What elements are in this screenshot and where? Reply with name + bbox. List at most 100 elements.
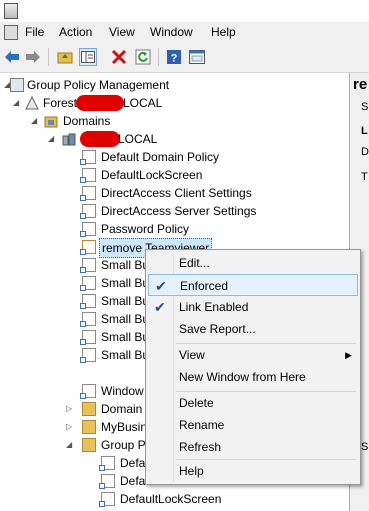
menu-item-label: New Window from Here — [179, 370, 306, 384]
gpo-link-label: DirectAccess Client Settings — [101, 186, 252, 200]
gpo-item[interactable]: DefaultLockScreen — [0, 490, 340, 508]
expanded-chevron-icon[interactable]: ◢ — [13, 99, 21, 107]
gpo-link-item[interactable]: Small Bu — [0, 256, 149, 274]
gpo-link-item[interactable]: DirectAccess Server Settings — [0, 202, 340, 220]
gpo-link-label: Small Bu — [101, 330, 150, 344]
domains-icon — [44, 114, 58, 128]
tree-node-root[interactable]: ◢ Group Policy Management — [0, 76, 340, 94]
context-menu: Edit... ✔ Enforced ✔ Link Enabled Save R… — [145, 249, 361, 485]
menu-item-edit[interactable]: Edit... — [148, 252, 358, 274]
gpo-link-item[interactable]: DefaultLockScreen — [0, 166, 340, 184]
show-hide-tree-icon[interactable] — [79, 48, 97, 66]
menu-item-save-report[interactable]: Save Report... — [148, 318, 358, 340]
gpo-link-item[interactable]: Password Policy — [0, 220, 340, 238]
gpo-link-item[interactable]: Small Bu — [0, 346, 149, 364]
refresh-icon[interactable] — [134, 48, 152, 66]
menu-action[interactable]: Action — [59, 25, 92, 39]
delete-icon[interactable] — [110, 48, 128, 66]
expanded-chevron-icon[interactable]: ◢ — [48, 135, 56, 143]
tree-node-forest[interactable]: ◢ Forest LOCAL — [0, 94, 340, 112]
gpo-link-icon — [80, 168, 96, 183]
collapsed-chevron-icon[interactable]: ▷ — [66, 423, 74, 431]
menu-item-view[interactable]: View ▶ — [148, 344, 358, 366]
menu-window[interactable]: Window — [150, 25, 193, 39]
folder-up-icon[interactable] — [56, 48, 74, 66]
menu-item-new-window[interactable]: New Window from Here — [148, 366, 358, 388]
properties-icon[interactable] — [188, 48, 206, 66]
forward-arrow-icon[interactable] — [24, 48, 42, 66]
system-menu-icon[interactable] — [4, 25, 18, 40]
gpo-link-item[interactable]: Small Bu — [0, 274, 149, 292]
gpo-link-item[interactable]: Small Bu — [0, 328, 149, 346]
gpmc-app-icon — [4, 3, 18, 19]
menu-view[interactable]: View — [109, 25, 135, 39]
gpo-link-icon — [80, 186, 96, 201]
gpo-link-icon — [80, 330, 96, 345]
details-pane-text: S — [361, 101, 369, 113]
tree-node-label: LOCAL — [118, 132, 158, 146]
tree-folder-item[interactable]: ◢ Group P — [0, 436, 146, 454]
menu-item-link-enabled[interactable]: ✔ Link Enabled — [148, 296, 358, 318]
checkmark-icon: ✔ — [154, 299, 166, 315]
expanded-chevron-icon[interactable]: ◢ — [66, 441, 74, 449]
gpo-link-icon — [80, 312, 96, 327]
menu-item-label: Link Enabled — [179, 300, 249, 314]
gpo-link-item[interactable]: DirectAccess Client Settings — [0, 184, 340, 202]
folder-icon — [82, 438, 96, 452]
menu-item-label: Rename — [179, 418, 225, 432]
forest-icon — [25, 95, 39, 110]
tree-node-label: Group P — [101, 438, 146, 452]
menu-item-help[interactable]: Help — [148, 460, 358, 482]
menu-item-enforced[interactable]: ✔ Enforced — [148, 274, 358, 296]
checkmark-icon: ✔ — [155, 278, 167, 294]
title-bar — [0, 0, 369, 22]
gpo-label: Defa — [120, 474, 146, 488]
redaction-mark — [80, 131, 120, 147]
gpo-label: DefaultLockScreen — [120, 492, 222, 506]
gpo-link-item[interactable]: Small Bu — [0, 310, 149, 328]
redaction-mark — [76, 95, 124, 111]
back-arrow-icon[interactable] — [3, 48, 21, 66]
gpo-link-item[interactable]: Small Bu — [0, 292, 149, 310]
tree-folder-item[interactable]: ▷ MyBusin — [0, 418, 147, 436]
gpo-icon — [99, 474, 115, 489]
gpo-link-label: Small Bu — [101, 312, 150, 326]
gpo-link-label: Small Bu — [101, 294, 150, 308]
gpo-link-icon — [80, 348, 96, 363]
gpo-link-icon — [80, 384, 96, 399]
gpo-icon — [99, 492, 115, 507]
gpo-link-label: DirectAccess Server Settings — [101, 204, 257, 218]
menu-help[interactable]: Help — [211, 25, 236, 39]
gpo-link-item[interactable]: Default Domain Policy — [0, 148, 340, 166]
tree-node-label: LOCAL — [123, 96, 163, 110]
menu-item-label: Save Report... — [179, 322, 256, 336]
expanded-chevron-icon[interactable]: ◢ — [31, 117, 39, 125]
gpo-item[interactable]: Defa — [0, 472, 145, 490]
gpo-item[interactable]: Defa — [0, 454, 145, 472]
menu-file[interactable]: File — [25, 25, 44, 39]
gpo-link-label: Small Bu — [101, 276, 150, 290]
menu-item-label: Enforced — [180, 279, 229, 293]
menu-item-label: Edit... — [179, 256, 210, 270]
tree-node-label: Domains — [63, 114, 111, 128]
menu-item-rename[interactable]: Rename — [148, 414, 358, 436]
tree-node-domain[interactable]: ◢ LOCAL — [0, 130, 340, 148]
gpo-link-label: Small Bu — [101, 258, 150, 272]
tree-node-label: Group Policy Management — [27, 78, 170, 92]
details-pane-text: D — [361, 146, 369, 158]
details-pane-text: T — [361, 171, 368, 183]
collapsed-chevron-icon[interactable]: ▷ — [66, 405, 74, 413]
details-pane-text: S — [361, 441, 369, 453]
gpo-label: Defa — [120, 456, 146, 470]
tree-folder-item[interactable]: ▷ Domain — [0, 400, 145, 418]
gpo-icon — [99, 456, 115, 471]
details-pane-text: L — [361, 125, 368, 137]
menu-item-refresh[interactable]: Refresh — [148, 436, 358, 458]
domain-icon — [62, 132, 76, 146]
svg-text:?: ? — [171, 53, 178, 65]
gpo-link-item[interactable]: Window — [0, 382, 145, 400]
tree-node-domains[interactable]: ◢ Domains — [0, 112, 340, 130]
help-icon[interactable]: ? — [165, 48, 183, 66]
menu-item-delete[interactable]: Delete — [148, 392, 358, 414]
toolbar: ? — [0, 42, 369, 73]
